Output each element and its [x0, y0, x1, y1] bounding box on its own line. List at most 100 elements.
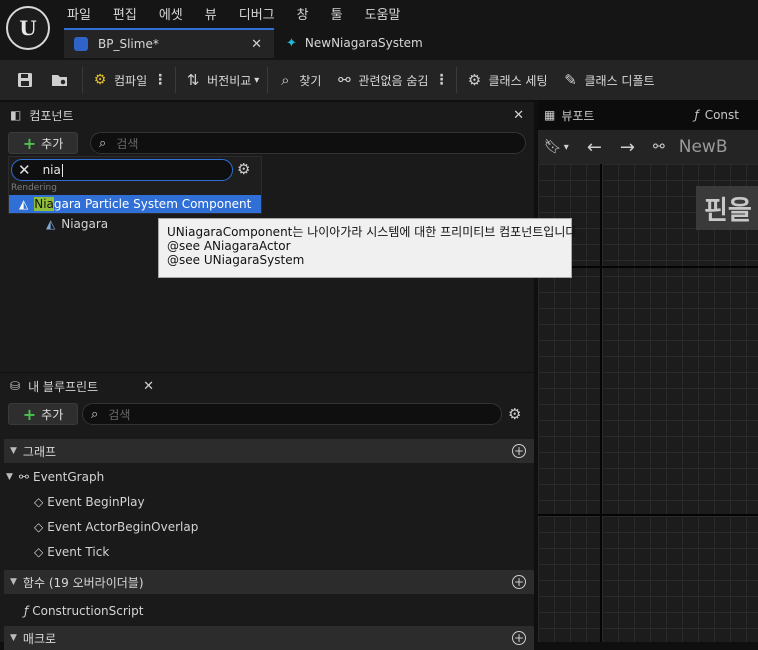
gear-icon[interactable]: ⚙	[508, 405, 521, 423]
add-component-popup: ✕ nia ⚙ Rendering ◭ Nia gara Particle Sy…	[8, 156, 262, 214]
component-tooltip: UNiagaraComponent는 나이아가라 시스템에 대한 프리미티브 컴…	[158, 218, 581, 278]
tab-new-niagara-system[interactable]: ✦ NewNiagaraSystem	[280, 28, 440, 58]
popup-search-input[interactable]: ✕ nia	[11, 159, 233, 181]
find-icon: ⌕	[281, 71, 290, 89]
blueprint-search-input[interactable]: ⌕ 검색	[82, 403, 502, 425]
close-icon[interactable]: ✕	[251, 37, 262, 52]
add-circle-icon[interactable]: +	[512, 575, 526, 589]
tab-bp-slime[interactable]: BP_Slime* ✕	[64, 28, 274, 58]
browse-button[interactable]	[51, 71, 74, 89]
section-functions[interactable]: ▼ 함수 (19 오버라이더블) +	[4, 570, 534, 594]
diff-button[interactable]: ⇅ 버전비교 ▾	[184, 71, 260, 89]
popup-search-value: nia	[42, 163, 61, 177]
toolbar: ⚙ 컴파일 ⋮ ⇅ 버전비교 ▾ ⌕ 찾기 ⚯ 관련없음 숨김 ⋮ ⚙ 클래스 …	[0, 60, 758, 100]
forward-arrow-icon[interactable]: →	[620, 137, 635, 158]
diff-icon: ⇅	[186, 71, 200, 89]
add-circle-icon[interactable]: +	[512, 444, 526, 458]
event-label: Event Tick	[47, 545, 110, 559]
diff-label: 버전비교	[207, 73, 252, 88]
menu-bar: 파일 편집 에셋 뷰 디버그 창 툴 도움말	[56, 0, 411, 26]
chevron-down-icon: ▾	[563, 141, 569, 153]
grid-major-line	[538, 514, 758, 516]
niagara-component-icon: ◭	[19, 197, 29, 211]
tooltip-line: UNiagaraComponent는 나이아가라 시스템에 대한 프리미티브 컴…	[167, 225, 581, 239]
save-icon	[16, 71, 34, 89]
back-arrow-icon[interactable]: ←	[587, 137, 602, 158]
plus-icon: +	[22, 133, 37, 153]
bookmark-icon[interactable]: 🔖︎	[544, 139, 562, 155]
result-label: gara Particle System Component	[53, 197, 252, 211]
toolbar-divider	[175, 67, 177, 93]
search-placeholder: 검색	[116, 136, 139, 151]
class-settings-button[interactable]: ⚙ 클래스 세팅	[465, 71, 548, 89]
event-diamond-icon: ◇	[34, 545, 44, 559]
graph-breadcrumb[interactable]: NewB	[679, 137, 728, 157]
add-label: 추가	[41, 407, 64, 422]
event-label: Event BeginPlay	[47, 495, 145, 509]
menu-tools[interactable]: 툴	[320, 0, 354, 26]
section-macros[interactable]: ▼ 매크로 +	[4, 626, 534, 650]
close-icon[interactable]: ✕	[143, 379, 154, 394]
category-rendering: Rendering	[11, 183, 57, 193]
menu-view[interactable]: 뷰	[194, 0, 228, 26]
menu-edit[interactable]: 편집	[102, 0, 148, 26]
result-niagara-particle-system-component[interactable]: ◭ Nia gara Particle System Component	[9, 195, 261, 213]
event-item[interactable]: ◇ Event Tick	[34, 541, 109, 563]
tree-item-construction-script[interactable]: ƒ ConstructionScript	[24, 600, 143, 622]
tree-item-eventgraph[interactable]: ▼ ⚯ EventGraph	[6, 466, 104, 488]
event-item[interactable]: ◇ Event BeginPlay	[34, 491, 145, 513]
components-panel-header: ◧ 컴포넌트 ✕	[0, 102, 534, 128]
expand-triangle-icon: ▼	[6, 472, 13, 482]
close-icon[interactable]: ✕	[513, 108, 524, 123]
clear-search-icon[interactable]: ✕	[18, 161, 31, 179]
hide-unrelated-label: 관련없음 숨김	[358, 73, 429, 88]
class-defaults-icon: ✎	[564, 71, 577, 89]
gear-icon: ⚙	[467, 71, 482, 89]
menu-file[interactable]: 파일	[56, 0, 102, 26]
toolbar-divider	[456, 67, 458, 93]
event-item[interactable]: ◇ Event ActorBeginOverlap	[34, 516, 198, 538]
find-button[interactable]: ⌕ 찾기	[276, 71, 321, 89]
add-blueprint-item-button[interactable]: + 추가	[8, 403, 78, 425]
function-icon: ƒ	[24, 604, 29, 618]
tooltip-line: @see UNiagaraSystem	[167, 253, 305, 267]
menu-window[interactable]: 창	[286, 0, 320, 26]
compile-label: 컴파일	[114, 73, 148, 88]
graph-icon: ⚯	[18, 470, 29, 484]
niagara-system-icon: ✦	[286, 35, 297, 51]
search-icon: ⌕	[99, 135, 107, 151]
tree-item-label: Niagara	[61, 217, 109, 231]
components-search-input[interactable]: ⌕ 검색	[90, 132, 526, 154]
add-component-button[interactable]: + 추가	[8, 132, 78, 154]
title-bar: U 파일 편집 에셋 뷰 디버그 창 툴 도움말 BP_Slime* ✕ ✦ N…	[0, 0, 758, 60]
my-blueprint-header: ⛁ 내 블루프린트 ✕	[0, 373, 534, 399]
hide-unrelated-icon: ⚯	[338, 71, 351, 89]
tree-item-niagara[interactable]: ◭ Niagara	[46, 213, 108, 235]
compile-options-icon[interactable]: ⋮	[153, 72, 167, 88]
viewport-tab-label: 뷰포트	[561, 108, 595, 123]
hide-unrelated-button[interactable]: ⚯ 관련없음 숨김 ⋮	[335, 71, 448, 89]
add-label: 추가	[41, 136, 64, 151]
section-title: 그래프	[22, 444, 57, 459]
construction-script-tab[interactable]: ƒ Const	[694, 108, 739, 122]
section-graphs[interactable]: ▼ 그래프 +	[4, 439, 534, 463]
event-diamond-icon: ◇	[34, 520, 44, 534]
popup-settings-gear-icon[interactable]: ⚙	[237, 160, 250, 178]
class-defaults-button[interactable]: ✎ 클래스 디폴트	[562, 71, 654, 89]
add-circle-icon[interactable]: +	[512, 631, 526, 645]
menu-debug[interactable]: 디버그	[228, 0, 286, 26]
event-label: Event ActorBeginOverlap	[47, 520, 199, 534]
components-title: 컴포넌트	[29, 108, 74, 123]
unreal-logo[interactable]: U	[6, 6, 50, 50]
menu-asset[interactable]: 에셋	[148, 0, 194, 26]
compile-warning-icon: ⚙	[93, 72, 107, 88]
search-placeholder: 검색	[108, 407, 131, 422]
menu-help[interactable]: 도움말	[354, 0, 412, 26]
hide-unrelated-options-icon[interactable]: ⋮	[434, 72, 448, 88]
compile-button[interactable]: ⚙ 컴파일 ⋮	[91, 71, 167, 89]
viewport-tab[interactable]: ▦ 뷰포트	[544, 107, 594, 124]
save-button[interactable]	[16, 71, 39, 89]
expand-triangle-icon: ▼	[10, 446, 17, 456]
graph-icon: ⚯	[653, 139, 665, 155]
toolbar-divider	[267, 67, 269, 93]
